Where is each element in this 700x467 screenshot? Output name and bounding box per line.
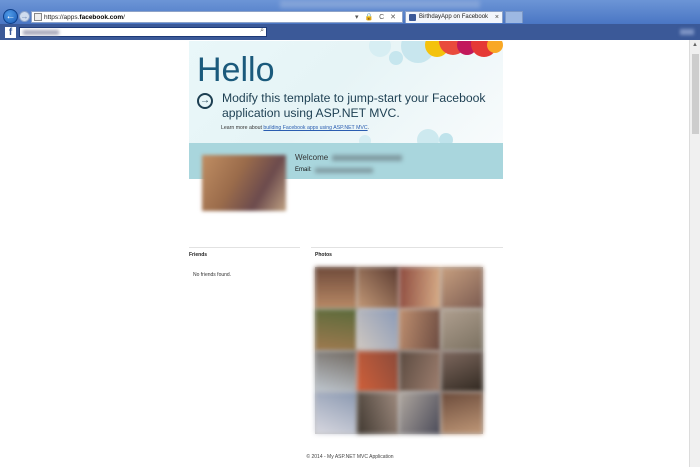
- facebook-favicon-icon: [409, 14, 416, 21]
- facebook-top-bar: f ⌕: [0, 24, 700, 40]
- page-icon: [34, 13, 42, 21]
- decor-bubble: [439, 133, 453, 143]
- arrow-circle-icon: →: [197, 93, 213, 109]
- new-tab-button[interactable]: [505, 11, 523, 23]
- photo-thumbnail[interactable]: [441, 267, 483, 309]
- facebook-search-input[interactable]: ⌕: [19, 27, 267, 37]
- photo-thumbnail[interactable]: [399, 308, 441, 351]
- address-bar[interactable]: https://apps.facebook.com/ ▾ 🔒 C ✕: [31, 11, 403, 23]
- search-icon[interactable]: ⌕: [260, 27, 264, 35]
- browser-chrome: ← → https://apps.facebook.com/ ▾ 🔒 C ✕ B…: [0, 0, 700, 24]
- photo-thumbnail[interactable]: [441, 350, 483, 393]
- photo-thumbnail[interactable]: [315, 308, 357, 351]
- photo-thumbnail[interactable]: [399, 350, 441, 393]
- url-text: https://apps.facebook.com/: [44, 14, 125, 21]
- friends-divider: [189, 247, 300, 248]
- browser-tab[interactable]: BirthdayApp on Facebook ×: [405, 11, 503, 23]
- email-label: Email:: [295, 167, 312, 173]
- decor-bubble: [359, 135, 371, 143]
- photos-title: Photos: [315, 252, 332, 258]
- decor-bubble: [487, 41, 503, 53]
- photo-thumbnail[interactable]: [357, 267, 399, 309]
- hero-description: Modify this template to jump-start your …: [222, 91, 486, 120]
- learn-more-link[interactable]: building Facebook apps using ASP.NET MVC: [263, 125, 367, 131]
- tab-title: BirthdayApp on Facebook: [419, 14, 489, 20]
- photo-thumbnail[interactable]: [441, 308, 483, 351]
- address-tools[interactable]: ▾ 🔒 C ✕: [355, 12, 398, 23]
- page-footer: © 2014 - My ASP.NET MVC Application: [306, 454, 394, 460]
- forward-button[interactable]: →: [19, 11, 30, 22]
- tab-close-icon[interactable]: ×: [495, 12, 499, 23]
- scroll-up-icon[interactable]: ▲: [692, 42, 698, 48]
- profile-photo: [202, 155, 286, 211]
- photos-divider: [311, 247, 503, 248]
- learn-more-text: Learn more about building Facebook apps …: [221, 125, 370, 131]
- decor-bubble: [417, 129, 439, 143]
- blurred-search-text: [23, 30, 59, 35]
- no-friends-text: No friends found.: [193, 272, 232, 278]
- blurred-user-name: [332, 155, 402, 161]
- photo-thumbnail[interactable]: [357, 308, 399, 351]
- back-button[interactable]: ←: [3, 9, 18, 24]
- photo-thumbnail[interactable]: [315, 350, 357, 393]
- blurred-email: [315, 168, 373, 173]
- hero-heading: Hello: [197, 51, 275, 89]
- page-scrollbar[interactable]: ▲: [689, 40, 700, 467]
- decor-bubble: [389, 51, 403, 65]
- blurred-user-menu[interactable]: [680, 29, 694, 35]
- hero-banner: Hello → Modify this template to jump-sta…: [189, 41, 503, 143]
- decor-bubble: [369, 41, 391, 57]
- facebook-logo-icon[interactable]: f: [5, 27, 16, 38]
- photo-thumbnail[interactable]: [441, 392, 483, 434]
- welcome-label: Welcome: [295, 153, 329, 162]
- photo-thumbnail[interactable]: [357, 392, 399, 434]
- photo-thumbnail[interactable]: [399, 267, 441, 309]
- friends-title: Friends: [189, 252, 208, 258]
- scroll-thumb[interactable]: [692, 54, 699, 134]
- photo-thumbnail[interactable]: [315, 267, 357, 309]
- photo-thumbnail[interactable]: [357, 350, 399, 393]
- photo-grid: [315, 267, 483, 434]
- blurred-titlebar: [280, 0, 480, 8]
- photo-thumbnail[interactable]: [399, 392, 441, 434]
- photo-thumbnail[interactable]: [315, 392, 357, 434]
